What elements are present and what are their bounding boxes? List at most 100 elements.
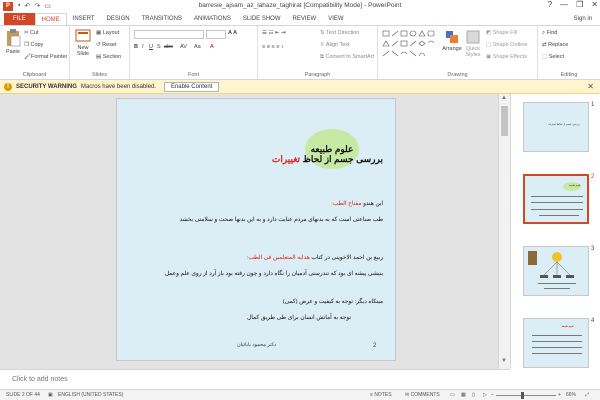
font-group: A A B I U S abc AV Aa A Font: [130, 26, 258, 79]
tab-slide-show[interactable]: SLIDE SHOW: [237, 13, 287, 25]
outline-icon: ▢: [486, 42, 493, 48]
shape-fill-button[interactable]: ◩ Shape Fill: [486, 30, 517, 36]
font-name-input[interactable]: [134, 30, 204, 39]
clipboard-label: Clipboard: [22, 72, 47, 78]
zoom-out-icon[interactable]: −: [491, 392, 494, 398]
shapes-gallery-icon: [382, 30, 435, 57]
notes-placeholder[interactable]: Click to add notes: [12, 376, 68, 383]
shape-outline-button[interactable]: ▢ Shape Outline: [486, 42, 528, 48]
scroll-thumb[interactable]: [501, 106, 508, 136]
slide-sorter-icon[interactable]: ▦: [461, 392, 466, 398]
copy-button[interactable]: ❐ Copy: [24, 42, 43, 48]
close-icon[interactable]: ✕: [587, 82, 594, 91]
change-case-icon[interactable]: Aa: [194, 44, 201, 50]
section-button[interactable]: ▤ Section: [96, 54, 121, 60]
quick-styles-button[interactable]: Quick Styles: [462, 30, 484, 58]
select-button[interactable]: ⬚ Select: [542, 54, 564, 60]
reset-button[interactable]: ↺ Reset: [96, 42, 117, 48]
font-color-icon[interactable]: A: [210, 44, 214, 50]
slide-text-line-4[interactable]: بنیشی پیشه ای بود که تندرستی آدمیان را ن…: [165, 271, 383, 277]
slide-text-line-2[interactable]: طب صناعتی است که به بدنهای مردم عنایت دا…: [180, 217, 383, 223]
shape-effects-button[interactable]: ▣ Shape Effects: [486, 54, 527, 60]
quick-styles-label: Quick Styles: [465, 46, 481, 58]
vertical-scrollbar[interactable]: ▲ ▼: [498, 94, 510, 369]
help-button[interactable]: ?: [548, 0, 552, 9]
thumbnail-line: [539, 215, 579, 216]
slide-title[interactable]: بررسی جسم از لحاظ تغییرات: [272, 154, 383, 165]
thumbnail-text: علوم طبیعه: [568, 184, 581, 187]
spellcheck-icon[interactable]: ▣: [48, 392, 53, 398]
thumbnail-slide-4[interactable]: علوم طبیعه: [523, 318, 589, 368]
grow-font-icon[interactable]: A A: [228, 30, 237, 36]
align-text-button[interactable]: ⇳ Align Text: [320, 42, 350, 48]
notes-toggle[interactable]: ≡ NOTES: [370, 392, 392, 398]
tab-review[interactable]: REVIEW: [287, 13, 323, 25]
tab-home[interactable]: HOME: [34, 13, 67, 25]
bullets-icon[interactable]: ☰ ☷ ⇤ ⇥: [262, 30, 286, 36]
thumbnail-slide-2[interactable]: علوم طبیعه: [523, 174, 589, 224]
slide-thumbnail-pane: 1 بررسی جسم از لحاظ تغییرات 2 علوم طبیعه…: [510, 94, 600, 369]
strikethrough-button[interactable]: abc: [164, 44, 173, 50]
font-size-input[interactable]: [206, 30, 226, 39]
spacing-icon[interactable]: AV: [180, 44, 187, 50]
current-slide[interactable]: علوم طبیعه بررسی جسم از لحاظ تغییرات ابن…: [116, 98, 396, 361]
notes-pane[interactable]: Click to add notes: [0, 369, 510, 389]
cut-button[interactable]: ✂ Cut: [24, 30, 39, 36]
fill-icon: ◩: [486, 30, 493, 36]
slide-text-line-1[interactable]: ابن هندو مفتاح الطب:: [331, 201, 383, 207]
slide-text-line-5[interactable]: میتکاه دیگر: توجه به کیفیت و عرض (کمی): [283, 299, 383, 305]
shadow-button[interactable]: S: [157, 44, 161, 50]
slideshow-icon[interactable]: ▷: [483, 392, 487, 398]
ribbon-tabs: FILE HOME INSERT DESIGN TRANSITIONS ANIM…: [0, 12, 600, 25]
scroll-down-icon[interactable]: ▼: [501, 358, 507, 364]
security-warning-title: SECURITY WARNING: [16, 83, 77, 90]
normal-view-icon[interactable]: ▭: [450, 392, 455, 398]
fit-slide-icon[interactable]: ⤢: [585, 392, 589, 398]
tab-view[interactable]: VIEW: [322, 13, 349, 25]
new-slide-button[interactable]: New Slide: [72, 29, 94, 57]
tab-transitions[interactable]: TRANSITIONS: [136, 13, 188, 25]
tab-insert[interactable]: INSERT: [67, 13, 101, 25]
tab-animations[interactable]: ANIMATIONS: [188, 13, 237, 25]
slide-text-line-3[interactable]: ربیع بن احمد الاخوینی در کتاب هدایه المت…: [247, 255, 383, 261]
minimize-button[interactable]: —: [560, 0, 568, 9]
tab-file[interactable]: FILE: [4, 13, 35, 25]
new-slide-icon: [75, 29, 91, 42]
replace-button[interactable]: ⇄ Replace: [542, 42, 568, 48]
select-icon: ⬚: [542, 54, 549, 60]
enable-content-button[interactable]: Enable Content: [163, 81, 220, 92]
language-indicator[interactable]: ENGLISH (UNITED STATES): [58, 392, 123, 398]
zoom-slider[interactable]: [496, 395, 556, 396]
scroll-up-icon[interactable]: ▲: [501, 95, 507, 101]
effects-icon: ▣: [486, 54, 493, 60]
thumb-number: 3: [591, 246, 595, 252]
layout-button[interactable]: ▦ Layout: [96, 30, 119, 36]
thumb-number: 2: [591, 174, 595, 180]
sign-in-link[interactable]: Sign in: [574, 16, 592, 22]
bold-button[interactable]: B: [134, 44, 138, 50]
slide-counter: SLIDE 2 OF 44: [6, 392, 40, 398]
close-button[interactable]: ✕: [591, 0, 598, 9]
arrange-button[interactable]: Arrange: [442, 30, 462, 52]
zoom-level[interactable]: 66%: [566, 392, 576, 398]
thumbnail-slide-1[interactable]: بررسی جسم از لحاظ تغییرات: [523, 102, 589, 152]
slide-author: دکتر محمود بابائیان: [237, 342, 277, 348]
zoom-slider-handle[interactable]: [521, 392, 524, 399]
zoom-in-icon[interactable]: +: [558, 392, 561, 398]
text-direction-button[interactable]: ⇅ Text Direction: [320, 30, 359, 36]
layout-icon: ▦: [96, 30, 103, 36]
underline-button[interactable]: U: [149, 44, 153, 50]
find-button[interactable]: ⌕ Find: [542, 30, 557, 37]
format-painter-button[interactable]: 🖌Format Painter: [24, 54, 67, 60]
comments-toggle[interactable]: ✉ COMMENTS: [405, 392, 440, 398]
thumbnail-line: [532, 341, 582, 342]
smartart-button[interactable]: ⧉ Convert to SmartArt: [320, 54, 374, 61]
thumbnail-slide-3[interactable]: [523, 246, 589, 296]
reading-view-icon[interactable]: ▯: [472, 392, 475, 398]
restore-button[interactable]: ❐: [576, 0, 583, 9]
italic-button[interactable]: I: [142, 44, 144, 50]
align-icons[interactable]: ≡ ≡ ≡ ≡ ↕: [262, 44, 284, 50]
tab-design[interactable]: DESIGN: [101, 13, 136, 25]
paste-button[interactable]: Paste: [3, 29, 23, 55]
slide-text-line-6[interactable]: توجه به آماتش انسان برای طی طریق کمال: [247, 315, 351, 321]
